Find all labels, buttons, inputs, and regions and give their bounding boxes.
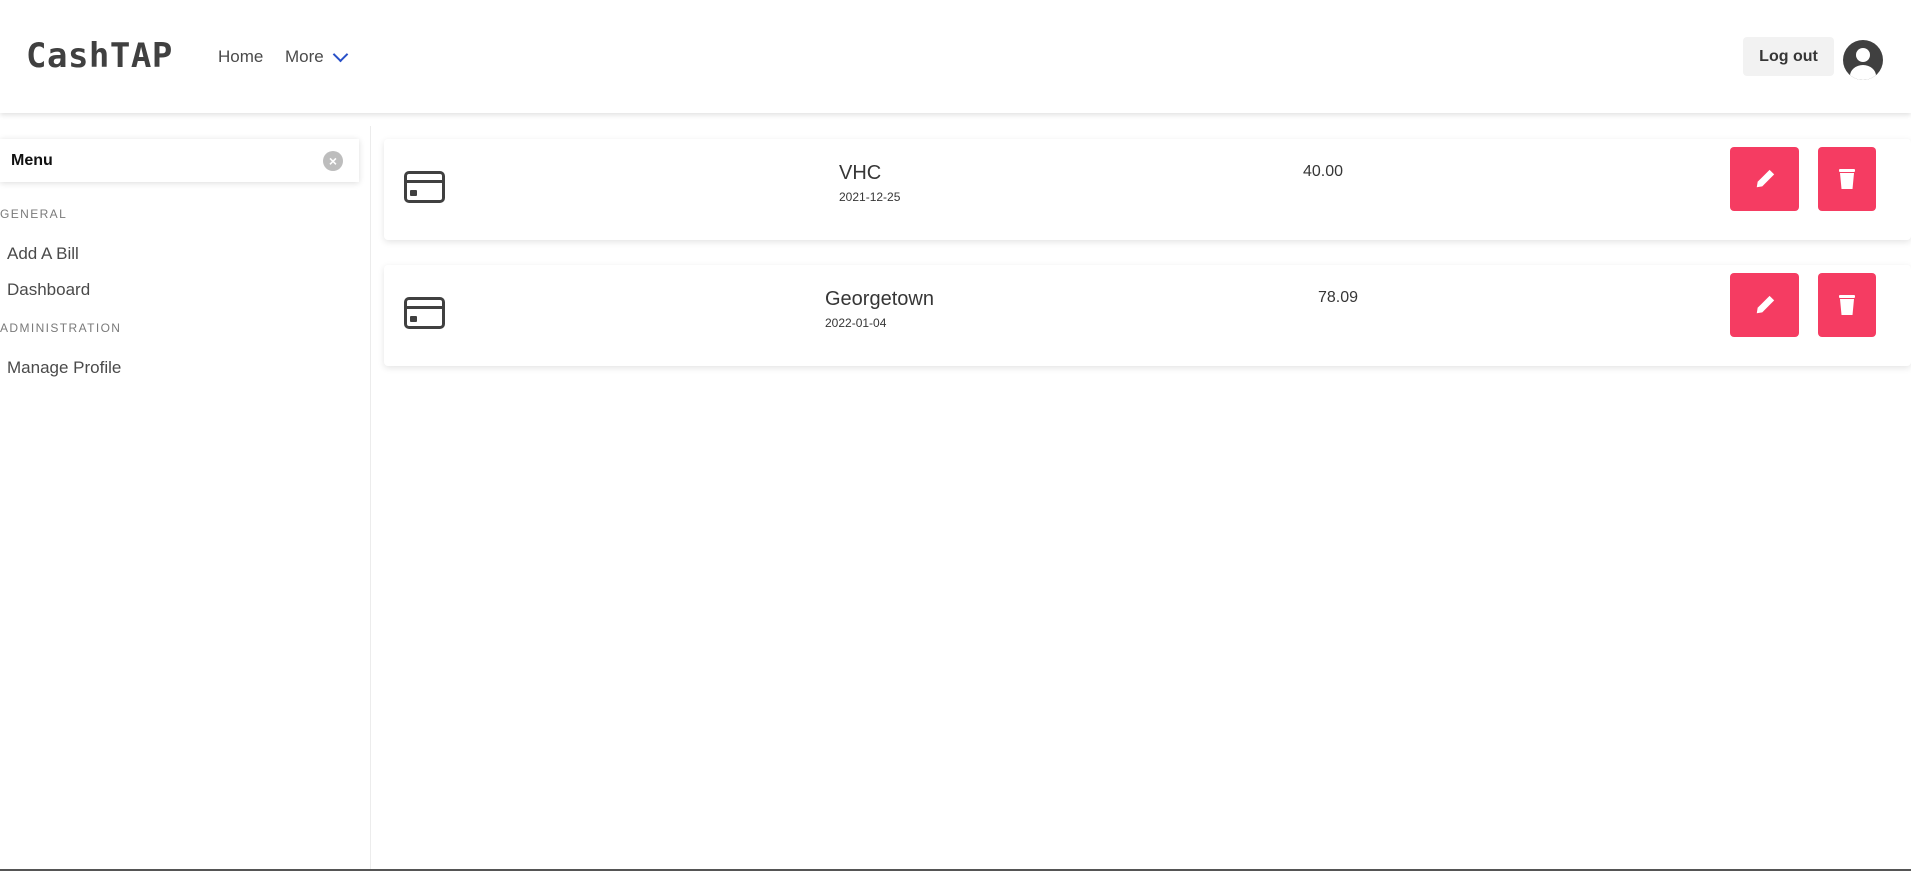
- bill-date: 2021-12-25: [839, 190, 901, 204]
- pencil-icon: [1756, 295, 1774, 314]
- brand-logo[interactable]: CashTAP: [26, 36, 173, 76]
- menu-title: Menu: [11, 152, 53, 169]
- section-label-administration: ADMINISTRATION: [0, 321, 122, 335]
- bill-name: VHC: [839, 162, 882, 184]
- edit-bill-button[interactable]: [1730, 147, 1799, 211]
- sidebar-item-add-bill[interactable]: Add A Bill: [7, 244, 79, 264]
- bill-card: VHC 2021-12-25 40.00: [384, 139, 1911, 240]
- credit-card-icon: [404, 297, 445, 329]
- delete-bill-button[interactable]: [1818, 147, 1876, 211]
- bill-date: 2022-01-04: [825, 316, 887, 330]
- sidebar-item-manage-profile[interactable]: Manage Profile: [7, 358, 121, 378]
- top-navbar: CashTAP Home More Log out: [0, 0, 1911, 113]
- nav-more-dropdown[interactable]: More: [285, 46, 349, 67]
- logout-button[interactable]: Log out: [1743, 37, 1834, 76]
- sidebar-menu: Menu × GENERAL Add A Bill Dashboard ADMI…: [0, 126, 371, 871]
- delete-bill-button[interactable]: [1818, 273, 1876, 337]
- nav-home-link[interactable]: Home: [218, 47, 263, 67]
- trash-icon: [1839, 295, 1855, 315]
- bill-amount: 78.09: [1318, 289, 1359, 306]
- pencil-icon: [1756, 169, 1774, 188]
- close-icon[interactable]: ×: [323, 151, 343, 171]
- credit-card-icon: [404, 171, 445, 203]
- section-label-general: GENERAL: [0, 207, 68, 221]
- bill-card: Georgetown 2022-01-04 78.09: [384, 265, 1911, 366]
- nav-more-label: More: [285, 47, 324, 66]
- chevron-down-icon: [332, 46, 349, 63]
- bill-name: Georgetown: [825, 288, 934, 310]
- sidebar-item-dashboard[interactable]: Dashboard: [7, 280, 90, 300]
- bill-list: VHC 2021-12-25 40.00 Georgetown 2022-01-…: [372, 126, 1911, 871]
- trash-icon: [1839, 169, 1855, 189]
- menu-header: Menu ×: [0, 139, 359, 182]
- edit-bill-button[interactable]: [1730, 273, 1799, 337]
- bill-amount: 40.00: [1303, 163, 1344, 180]
- user-avatar-icon[interactable]: [1843, 40, 1883, 80]
